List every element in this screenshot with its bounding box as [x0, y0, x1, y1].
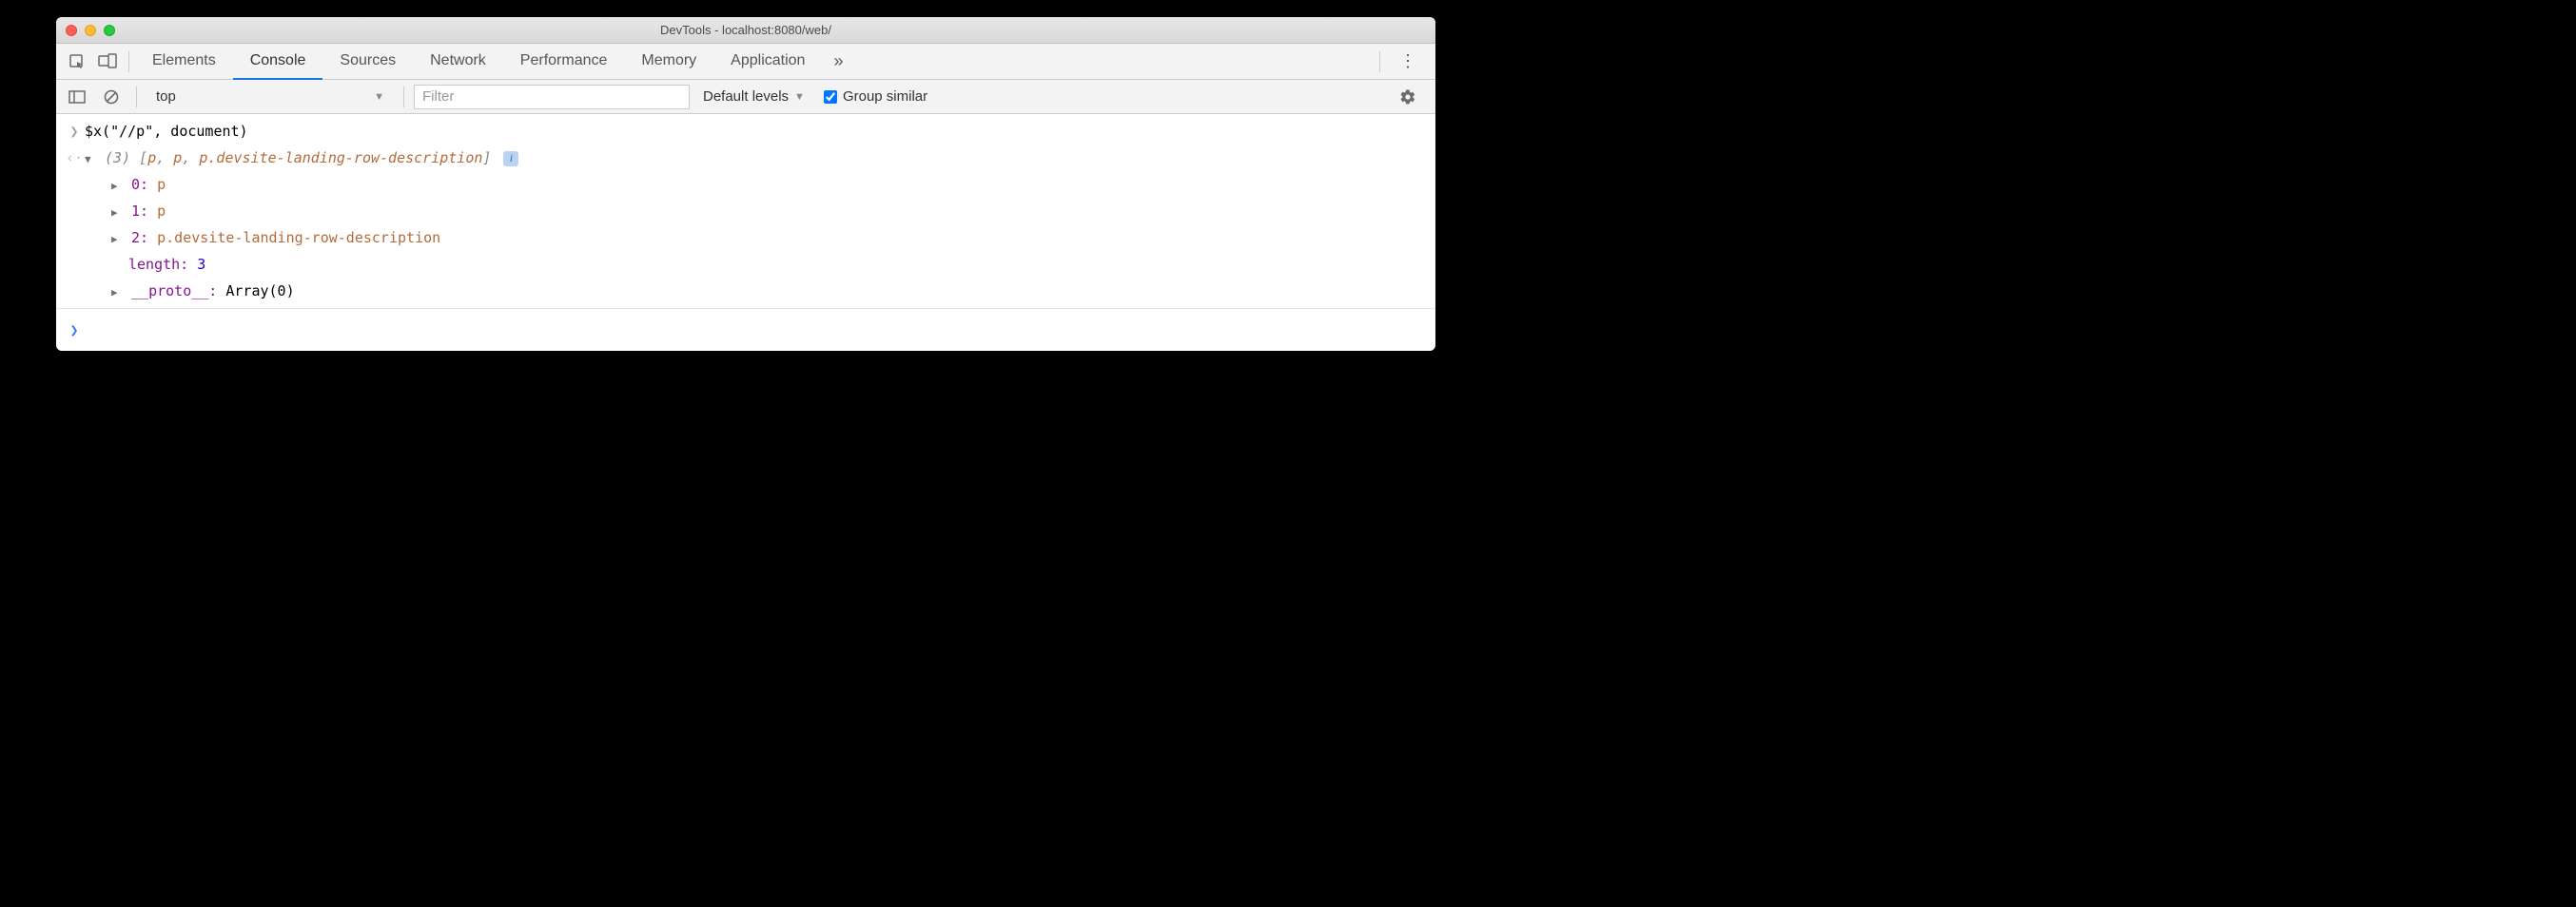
array-index: 1: [131, 203, 148, 220]
console-prompt-row[interactable]: ❯ [56, 313, 1435, 351]
settings-menu-button[interactable]: ⋮ [1386, 51, 1430, 71]
console-input-row: ❯ $x("//p", document) [56, 118, 1435, 145]
array-index: 2: [131, 229, 148, 246]
console-input-text: $x("//p", document) [85, 120, 1428, 143]
console-output-row[interactable]: ‹· (3) [p, p, p.devsite-landing-row-desc… [56, 145, 1435, 171]
tab-elements[interactable]: Elements [135, 44, 233, 80]
console-settings-icon[interactable] [1386, 88, 1430, 106]
separator [128, 51, 129, 72]
array-item-row[interactable]: 0: p [56, 171, 1435, 198]
prompt-icon: ❯ [64, 318, 85, 341]
close-window-button[interactable] [66, 25, 77, 36]
filter-input[interactable] [414, 85, 690, 109]
tab-sources[interactable]: Sources [322, 44, 413, 80]
separator [1379, 51, 1380, 72]
bracket-open: [ [139, 149, 147, 166]
length-row: length: 3 [56, 251, 1435, 278]
array-value: p [157, 176, 166, 193]
array-index: 0: [131, 176, 148, 193]
array-item-row[interactable]: 2: p.devsite-landing-row-description [56, 224, 1435, 251]
proto-value: Array(0) [225, 282, 294, 299]
tab-performance[interactable]: Performance [503, 44, 625, 80]
clear-console-icon[interactable] [96, 84, 127, 110]
separator [403, 87, 404, 107]
array-summary[interactable]: (3) [p, p, p.devsite-landing-row-descrip… [85, 146, 1428, 169]
console-body: ❯ $x("//p", document) ‹· (3) [p, p, p.de… [56, 114, 1435, 351]
panel-tabs: Elements Console Sources Network Perform… [135, 44, 822, 80]
devtools-window: DevTools - localhost:8080/web/ Elements … [56, 17, 1435, 351]
expand-toggle-icon[interactable] [111, 178, 123, 195]
group-similar-checkbox[interactable]: Group similar [818, 88, 933, 105]
more-tabs-button[interactable]: » [822, 51, 854, 71]
group-similar-input[interactable] [824, 90, 837, 104]
array-value: p.devsite-landing-row-description [157, 229, 440, 246]
traffic-lights [66, 25, 115, 36]
zoom-window-button[interactable] [104, 25, 115, 36]
device-toolbar-icon[interactable] [92, 48, 123, 75]
tab-application[interactable]: Application [713, 44, 822, 80]
group-similar-label: Group similar [843, 88, 927, 105]
tabstrip: Elements Console Sources Network Perform… [56, 44, 1435, 80]
minimize-window-button[interactable] [85, 25, 96, 36]
expand-toggle-icon[interactable] [111, 204, 123, 222]
output-icon: ‹· [64, 146, 85, 169]
length-value: 3 [197, 256, 205, 273]
length-key: length: [128, 256, 188, 273]
inspect-element-icon[interactable] [62, 48, 92, 75]
summary-item: p [173, 149, 182, 166]
expand-toggle-icon[interactable] [85, 151, 96, 168]
context-label: top [156, 88, 176, 105]
chevron-down-icon: ▼ [794, 91, 805, 103]
separator [136, 87, 137, 107]
tab-memory[interactable]: Memory [624, 44, 713, 80]
summary-item: p [147, 149, 156, 166]
console-toolbar: top ▼ Default levels ▼ Group similar [56, 80, 1435, 114]
summary-item: p.devsite-landing-row-description [199, 149, 482, 166]
console-prompt-input[interactable] [85, 318, 1428, 341]
expand-toggle-icon[interactable] [111, 231, 123, 248]
divider [56, 308, 1435, 309]
info-icon[interactable]: i [503, 151, 518, 166]
tab-console[interactable]: Console [233, 44, 323, 80]
window-title: DevTools - localhost:8080/web/ [56, 23, 1435, 37]
array-item-row[interactable]: 1: p [56, 198, 1435, 224]
array-value: p [157, 203, 166, 220]
expand-toggle-icon[interactable] [111, 284, 123, 301]
context-selector[interactable]: top ▼ [146, 85, 394, 109]
log-levels-selector[interactable]: Default levels ▼ [693, 88, 814, 105]
input-prompt-icon: ❯ [64, 120, 85, 143]
bracket-close: ] [482, 149, 491, 166]
proto-key: __proto__: [131, 282, 217, 299]
tab-network[interactable]: Network [413, 44, 503, 80]
chevron-down-icon: ▼ [374, 91, 384, 103]
titlebar: DevTools - localhost:8080/web/ [56, 17, 1435, 44]
array-count: (3) [105, 149, 130, 166]
proto-row[interactable]: __proto__: Array(0) [56, 278, 1435, 304]
toggle-sidebar-icon[interactable] [62, 84, 92, 110]
levels-label: Default levels [703, 88, 789, 105]
